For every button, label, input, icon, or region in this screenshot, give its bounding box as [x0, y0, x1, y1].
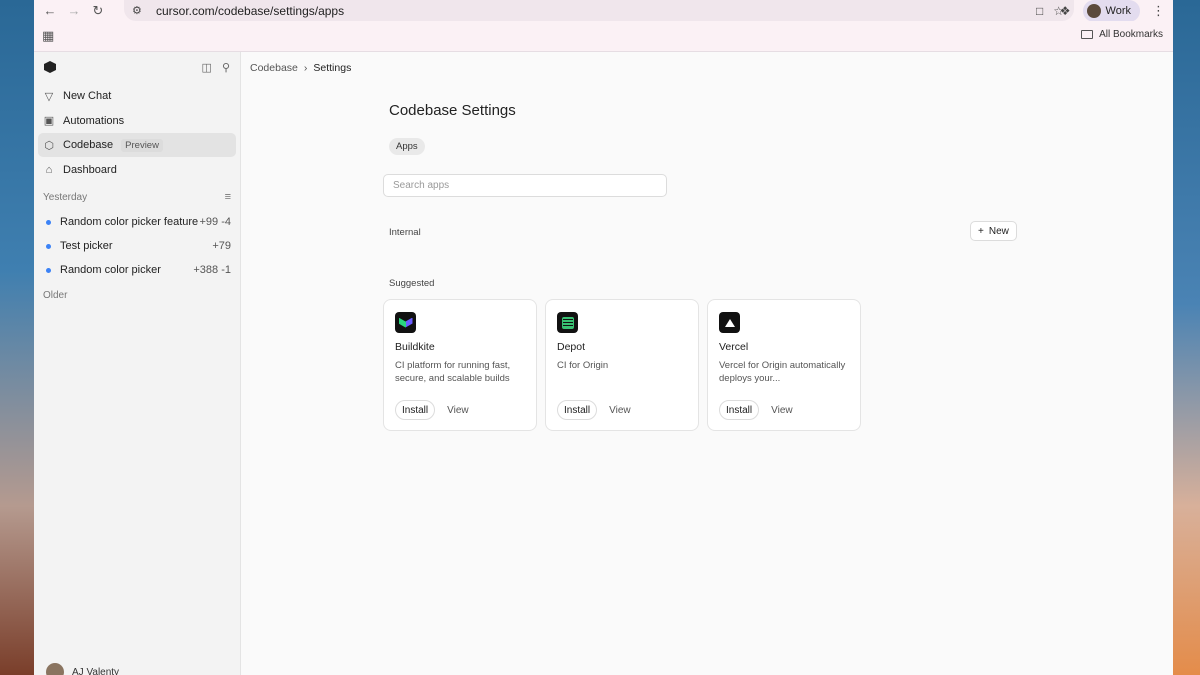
sidebar-item-codebase[interactable]: ⬡ Codebase Preview [38, 133, 236, 157]
avatar [1086, 3, 1101, 18]
section-label: Yesterday [43, 191, 88, 203]
reload-icon[interactable]: ↻ [86, 1, 110, 21]
breadcrumb-current: Settings [313, 62, 352, 74]
app-name: Depot [557, 341, 586, 353]
sidebar-item-automations[interactable]: ▣ Automations [38, 109, 236, 133]
new-button-label: New [988, 225, 1009, 237]
depot-logo-icon [557, 312, 578, 333]
app-name: Vercel [719, 341, 749, 353]
app-card-depot: Depot CI for Origin Install View [545, 299, 699, 431]
address-bar[interactable]: ⚙ cursor.com/codebase/settings/apps □ ☆ [124, 0, 1074, 21]
user-account[interactable]: AJ Valenty [46, 663, 119, 675]
sidebar-item-label: New Chat [63, 90, 112, 102]
app-description: CI for Origin [557, 360, 609, 371]
chevron-right-icon: › [303, 62, 308, 74]
search-input[interactable] [383, 174, 667, 197]
section-yesterday: Yesterday ≡ [38, 184, 236, 210]
sidebar: ◫ ⚲ ▽ New Chat ▣ Automations ⬡ Codebase … [34, 52, 241, 675]
install-button[interactable]: Install [395, 400, 436, 420]
plus-icon: + [978, 225, 984, 237]
section-older: Older [38, 282, 236, 308]
chat-title: Random color picker feature [60, 216, 199, 228]
profile-label: Work [1105, 4, 1131, 17]
forward-icon[interactable]: → [62, 1, 86, 21]
browser-toolbar: ← → ↻ ⚙ cursor.com/codebase/settings/app… [34, 0, 1173, 22]
app-description: Vercel for Origin automatically deploys … [719, 360, 846, 384]
app-description: CI platform for running fast, secure, an… [395, 360, 511, 384]
site-settings-icon[interactable]: ⚙ [132, 4, 150, 17]
search-icon[interactable]: ⚲ [222, 61, 230, 74]
desktop-background-left [0, 0, 34, 675]
app-area: ◫ ⚲ ▽ New Chat ▣ Automations ⬡ Codebase … [34, 52, 1173, 675]
back-icon[interactable]: ← [38, 1, 62, 21]
new-app-button[interactable]: + New [970, 221, 1017, 241]
sidebar-item-label: Dashboard [63, 163, 117, 176]
filter-icon[interactable]: ≡ [225, 191, 231, 203]
chat-title: Test picker [60, 240, 113, 252]
chat-diff-stats: +99 -4 [199, 216, 232, 228]
sidebar-item-new-chat[interactable]: ▽ New Chat [38, 84, 236, 108]
all-bookmarks-label: All Bookmarks [1099, 29, 1163, 40]
cursor-logo-icon[interactable] [44, 61, 56, 73]
chat-item[interactable]: Random color picker +388 -1 [38, 258, 236, 282]
chat-diff-stats: +79 [212, 240, 231, 252]
chat-item[interactable]: Test picker +79 [38, 234, 236, 258]
app-name: Buildkite [395, 341, 435, 353]
breadcrumb: Codebase › Settings [250, 62, 351, 74]
suggested-section-label: Suggested [389, 278, 435, 289]
preview-badge: Preview [121, 138, 163, 152]
main-content: Codebase › Settings Codebase Settings Ap… [241, 52, 1173, 675]
tab-apps[interactable]: Apps [389, 138, 425, 155]
bookmark-bar: ▦ All Bookmarks [34, 21, 1173, 52]
status-dot [46, 219, 51, 225]
section-label: Older [43, 289, 68, 301]
url-text: cursor.com/codebase/settings/apps [156, 3, 345, 18]
app-card-vercel: Vercel Vercel for Origin automatically d… [707, 299, 861, 431]
browser-menu-icon[interactable]: ⋮ [1152, 3, 1165, 19]
install-app-icon[interactable]: □ [1036, 4, 1043, 18]
all-bookmarks-button[interactable]: All Bookmarks [1081, 29, 1163, 40]
user-name: AJ Valenty [72, 666, 120, 675]
buildkite-logo-icon [395, 312, 416, 333]
chat-item[interactable]: Random color picker feature +99 -4 [38, 210, 236, 234]
apps-grid-icon[interactable]: ▦ [42, 28, 54, 44]
page-title: Codebase Settings [389, 102, 516, 119]
avatar [46, 663, 64, 675]
vercel-logo-icon [719, 312, 740, 333]
profile-button[interactable]: Work [1082, 0, 1140, 22]
browser-window: ← → ↻ ⚙ cursor.com/codebase/settings/app… [34, 0, 1173, 675]
robot-icon: ▣ [43, 115, 55, 127]
view-link[interactable]: View [609, 405, 631, 416]
view-link[interactable]: View [447, 405, 469, 416]
folder-icon [1081, 30, 1094, 39]
view-link[interactable]: View [771, 405, 793, 416]
cube-icon: ⬡ [44, 139, 54, 152]
sidebar-item-label: Automations [63, 114, 125, 127]
extensions-icon[interactable]: ❖ [1060, 4, 1071, 18]
install-button[interactable]: Install [557, 400, 598, 420]
app-card-buildkite: Buildkite CI platform for running fast, … [383, 299, 537, 431]
sidebar-item-label: Codebase [63, 139, 114, 151]
install-button[interactable]: Install [719, 400, 760, 420]
sidebar-item-dashboard[interactable]: ⌂ Dashboard [38, 158, 236, 182]
chat-title: Random color picker [60, 264, 161, 276]
status-dot [46, 243, 51, 249]
breadcrumb-parent[interactable]: Codebase [250, 62, 298, 74]
status-dot [46, 267, 51, 273]
desktop-background-right [1172, 0, 1200, 675]
home-icon: ⌂ [45, 163, 53, 176]
chat-diff-stats: +388 -1 [193, 264, 231, 276]
toggle-sidebar-icon[interactable]: ◫ [202, 61, 212, 74]
internal-section-label: Internal [389, 227, 421, 238]
branch-icon: ▽ [44, 90, 54, 103]
